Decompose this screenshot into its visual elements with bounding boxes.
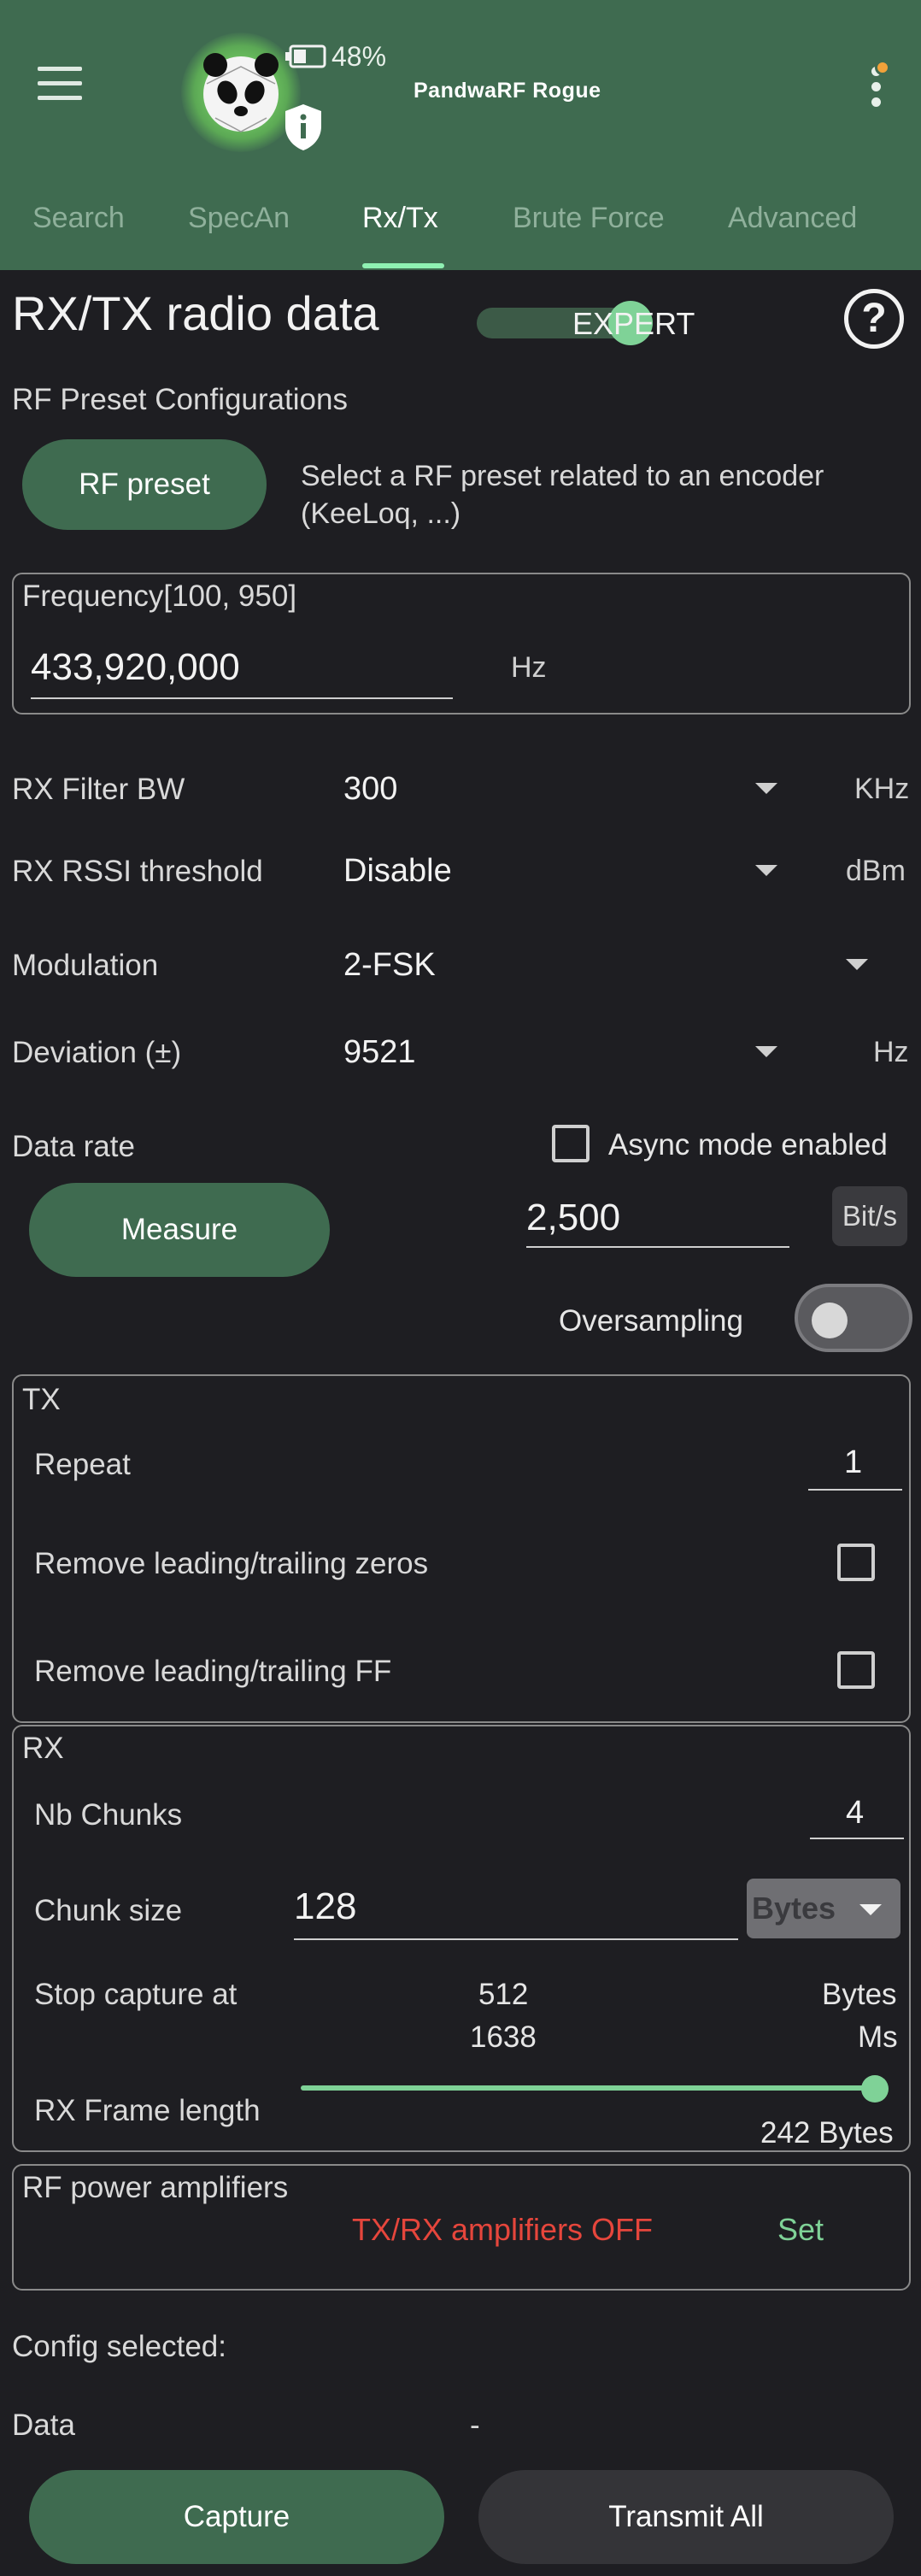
- expert-label: EXPERT: [572, 306, 695, 341]
- notification-dot: [875, 60, 890, 75]
- stop-capture-bytes-unit: Bytes: [822, 1978, 897, 2011]
- data-rate-underline: [526, 1246, 789, 1248]
- battery-icon: [285, 44, 326, 68]
- frequency-input-underline: [31, 697, 453, 699]
- async-mode-checkbox[interactable]: [552, 1125, 590, 1162]
- amplifiers-set-button[interactable]: Set: [777, 2212, 824, 2248]
- dropdown-arrow-icon[interactable]: [755, 783, 777, 794]
- async-mode-label: Async mode enabled: [608, 1128, 888, 1162]
- data-rate-label: Data rate: [12, 1130, 135, 1163]
- preset-section-label: RF Preset Configurations: [12, 383, 348, 416]
- device-name: PandwaRF Rogue: [414, 79, 601, 103]
- data-value: -: [470, 2408, 480, 2442]
- frequency-legend: Frequency[100, 950]: [22, 579, 297, 613]
- oversampling-toggle-thumb[interactable]: [812, 1303, 848, 1338]
- chunk-unit-select[interactable]: Bytes: [747, 1879, 900, 1938]
- remove-ff-label: Remove leading/trailing FF: [34, 1655, 392, 1688]
- battery-percentage: 48%: [331, 41, 387, 72]
- nb-chunks-input[interactable]: 4: [846, 1795, 864, 1832]
- tab-search[interactable]: Search: [32, 202, 125, 235]
- preset-description-line1: Select a RF preset related to an encoder: [301, 460, 824, 492]
- transmit-all-button[interactable]: Transmit All: [478, 2470, 894, 2564]
- frame-length-slider-thumb[interactable]: [861, 2075, 889, 2103]
- frequency-input[interactable]: 433,920,000: [31, 646, 240, 689]
- frame-length-label: RX Frame length: [34, 2094, 261, 2127]
- dropdown-arrow-icon: [859, 1904, 882, 1915]
- modulation-select[interactable]: 2-FSK: [343, 947, 436, 984]
- rx-filter-bw-select[interactable]: 300: [343, 771, 397, 808]
- stop-capture-label: Stop capture at: [34, 1978, 238, 2011]
- hamburger-menu-icon[interactable]: [38, 67, 85, 101]
- nb-chunks-label: Nb Chunks: [34, 1798, 183, 1832]
- modulation-label: Modulation: [12, 949, 159, 982]
- remove-zeros-label: Remove leading/trailing zeros: [34, 1547, 429, 1580]
- rx-rssi-select[interactable]: Disable: [343, 853, 452, 890]
- capture-button[interactable]: Capture: [29, 2470, 444, 2564]
- remove-ff-checkbox[interactable]: [837, 1651, 875, 1689]
- config-selected-label: Config selected:: [12, 2330, 226, 2363]
- tab-specan[interactable]: SpecAn: [188, 202, 290, 235]
- tab-active-indicator: [362, 263, 444, 268]
- stop-capture-bytes: 512: [478, 1978, 529, 2011]
- frame-length-slider[interactable]: [301, 2085, 875, 2091]
- deviation-unit: Hz: [873, 1036, 909, 1068]
- stop-capture-ms-unit: Ms: [858, 2020, 898, 2054]
- deviation-select[interactable]: 9521: [343, 1034, 416, 1071]
- stop-capture-ms: 1638: [470, 2020, 537, 2054]
- data-rate-input[interactable]: 2,500: [526, 1197, 620, 1239]
- repeat-input[interactable]: 1: [844, 1444, 862, 1481]
- tab-advanced[interactable]: Advanced: [728, 202, 857, 235]
- chunk-size-label: Chunk size: [34, 1894, 183, 1927]
- amplifiers-title: RF power amplifiers: [22, 2171, 289, 2204]
- data-label: Data: [12, 2408, 75, 2442]
- dropdown-arrow-icon[interactable]: [846, 959, 868, 970]
- measure-button[interactable]: Measure: [29, 1183, 330, 1277]
- tab-bar: Search SpecAn Rx/Tx Brute Force Advanced: [0, 188, 921, 270]
- tab-brute-force[interactable]: Brute Force: [513, 202, 665, 235]
- tx-title: TX: [22, 1383, 61, 1416]
- page-title: RX/TX radio data: [12, 286, 379, 340]
- rx-rssi-unit: dBm: [846, 855, 906, 887]
- chunk-unit-label: Bytes: [752, 1891, 836, 1926]
- rx-filter-bw-label: RX Filter BW: [12, 773, 185, 806]
- dropdown-arrow-icon[interactable]: [755, 1046, 777, 1057]
- data-rate-unit: Bit/s: [832, 1186, 907, 1246]
- rx-filter-bw-unit: KHz: [854, 773, 910, 805]
- nb-chunks-underline: [810, 1838, 904, 1839]
- repeat-underline: [808, 1489, 902, 1491]
- app-header: 48% PandwaRF Rogue Search SpecAn Rx/Tx B…: [0, 0, 921, 270]
- frequency-unit: Hz: [511, 651, 547, 684]
- rx-rssi-label: RX RSSI threshold: [12, 855, 263, 888]
- remove-zeros-checkbox[interactable]: [837, 1544, 875, 1581]
- oversampling-label: Oversampling: [559, 1304, 743, 1338]
- repeat-label: Repeat: [34, 1448, 131, 1481]
- chunk-size-underline: [294, 1938, 738, 1940]
- deviation-label: Deviation (±): [12, 1036, 182, 1069]
- shield-info-icon[interactable]: [282, 103, 325, 152]
- amplifiers-status: TX/RX amplifiers OFF: [352, 2212, 654, 2247]
- tab-rxtx[interactable]: Rx/Tx: [362, 202, 438, 235]
- chunk-size-input[interactable]: 128: [294, 1885, 356, 1928]
- rf-preset-button[interactable]: RF preset: [22, 439, 267, 530]
- dropdown-arrow-icon[interactable]: [755, 865, 777, 876]
- preset-description-line2: (KeeLoq, ...): [301, 497, 461, 530]
- rx-title: RX: [22, 1732, 64, 1765]
- help-icon[interactable]: ?: [844, 289, 904, 349]
- frame-length-value: 242 Bytes: [760, 2116, 894, 2150]
